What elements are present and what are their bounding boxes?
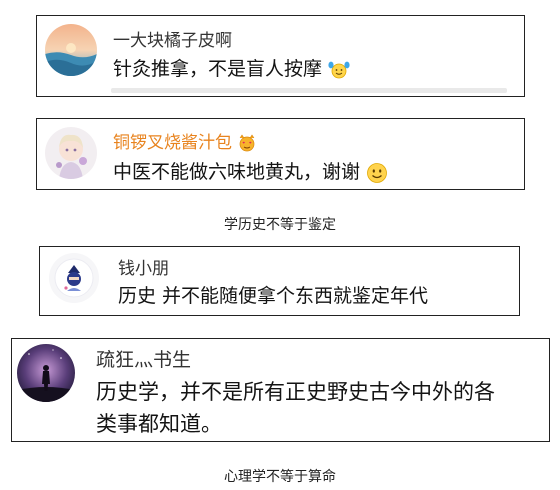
comment-card-3: 钱小朋 历史 并不能随便拿个东西就鉴定年代 — [39, 246, 520, 316]
cartoon-ninja-avatar-icon — [49, 253, 99, 303]
comment-divider — [111, 88, 507, 93]
heart-eyes-cat-emoji-icon — [237, 134, 257, 152]
user-avatar-1[interactable] — [45, 24, 97, 76]
sunset-sea-avatar-icon — [45, 24, 97, 76]
comment-card-4: 疏狂灬书生 历史学，并不是所有正史野史古今中外的各 类事都知道。 — [11, 338, 550, 442]
comment-username[interactable]: 铜锣叉烧酱汁包 — [113, 128, 257, 153]
comment-text: 历史 并不能随便拿个东西就鉴定年代 — [118, 285, 429, 307]
comment-username[interactable]: 一大块橘子皮啊 — [113, 26, 232, 51]
caption-text: 心理学不等于算命 — [224, 469, 336, 485]
comment-text-content: 针灸推拿，不是盲人按摩 — [113, 58, 323, 80]
user-avatar-2[interactable] — [45, 127, 97, 179]
comment-text: 针灸推拿，不是盲人按摩 — [113, 54, 350, 81]
comment-username[interactable]: 钱小朋 — [118, 254, 169, 279]
anime-girl-avatar-icon — [45, 127, 97, 179]
comment-text: 中医不能做六味地黄丸，谢谢 — [113, 157, 388, 184]
caption-text: 学历史不等于鉴定 — [224, 217, 336, 233]
smile-emoji-icon — [366, 162, 388, 184]
comment-card-2: 铜锣叉烧酱汁包 中医不能做六味地黄丸，谢谢 — [36, 118, 525, 190]
comment-text-line-1: 历史学，并不是所有正史野史古今中外的各 — [96, 380, 495, 404]
comment-text-line-2: 类事都知道。 — [96, 412, 222, 436]
raising-hands-emoji-icon — [328, 60, 350, 80]
comment-username-text[interactable]: 铜锣叉烧酱汁包 — [113, 133, 232, 153]
comment-username[interactable]: 疏狂灬书生 — [96, 345, 191, 372]
night-sky-silhouette-avatar-icon — [17, 344, 75, 402]
user-avatar-3[interactable] — [49, 253, 99, 303]
comment-text-content: 中医不能做六味地黄丸，谢谢 — [113, 161, 361, 183]
user-avatar-4[interactable] — [17, 344, 75, 402]
comment-card-1: 一大块橘子皮啊 针灸推拿，不是盲人按摩 — [36, 15, 525, 97]
